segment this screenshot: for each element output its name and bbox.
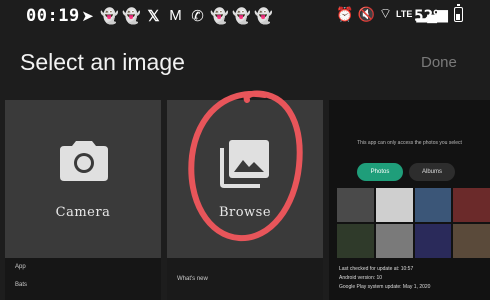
preview-message: This app can only access the photos you … bbox=[357, 140, 462, 146]
status-time: 00:19 bbox=[26, 6, 80, 26]
alarm-icon: ⏰ bbox=[336, 5, 354, 22]
row-bats: Bats bbox=[15, 282, 28, 288]
ghost-icon: 👻 bbox=[232, 7, 251, 25]
camera-tile[interactable]: Camera bbox=[5, 100, 161, 258]
ghost-icon: 👻 bbox=[100, 7, 119, 25]
partial-whats-new-tile[interactable]: What's new bbox=[167, 258, 323, 300]
preview-photo-grid bbox=[337, 188, 490, 258]
camera-icon bbox=[60, 141, 108, 181]
browse-tile[interactable]: Browse bbox=[167, 100, 323, 258]
preview-screenshot[interactable]: This app can only access the photos you … bbox=[329, 100, 490, 300]
page-title: Select an image bbox=[20, 49, 185, 75]
done-button[interactable]: Done bbox=[421, 54, 457, 71]
lte-label: LTE bbox=[396, 9, 413, 19]
ghost-icon: 👻 bbox=[210, 7, 229, 25]
preview-line-update: Last checked for update at: 10:57 bbox=[339, 266, 414, 272]
photo-library-icon bbox=[220, 140, 269, 188]
preview-status-bar bbox=[329, 100, 490, 110]
photos-tab: Photos bbox=[357, 163, 403, 181]
battery-percent: 52% bbox=[414, 6, 443, 25]
ghost-icon: 👻 bbox=[254, 7, 273, 25]
notification-icons: ➤ 👻 👻 𝕏 M ✆ 👻 👻 👻 bbox=[78, 6, 273, 25]
x-icon: 𝕏 bbox=[147, 7, 160, 25]
battery-icon bbox=[454, 4, 463, 22]
preview-line-play: Google Play system update: May 1, 2020 bbox=[339, 284, 431, 290]
status-bar: 00:19 ➤ 👻 👻 𝕏 M ✆ 👻 👻 👻 ⏰ 🔇 ⌔ LTE ▂▄▆ 52… bbox=[0, 0, 490, 32]
albums-tab: Albums bbox=[409, 163, 455, 181]
wifi-icon: ⌔ bbox=[378, 5, 393, 21]
telegram-icon: ➤ bbox=[81, 7, 94, 25]
partial-settings-tile[interactable]: App Bats bbox=[5, 258, 161, 300]
mute-icon: 🔇 bbox=[357, 5, 375, 22]
gmail-icon: M bbox=[169, 7, 182, 24]
whats-new-heading: What's new bbox=[177, 276, 208, 282]
camera-label: Camera bbox=[55, 205, 111, 220]
whatsapp-icon: ✆ bbox=[191, 7, 204, 25]
ghost-icon: 👻 bbox=[122, 7, 141, 25]
preview-line-android: Android version: 10 bbox=[339, 275, 383, 281]
browse-label: Browse bbox=[218, 205, 272, 220]
row-app: App bbox=[15, 264, 26, 270]
